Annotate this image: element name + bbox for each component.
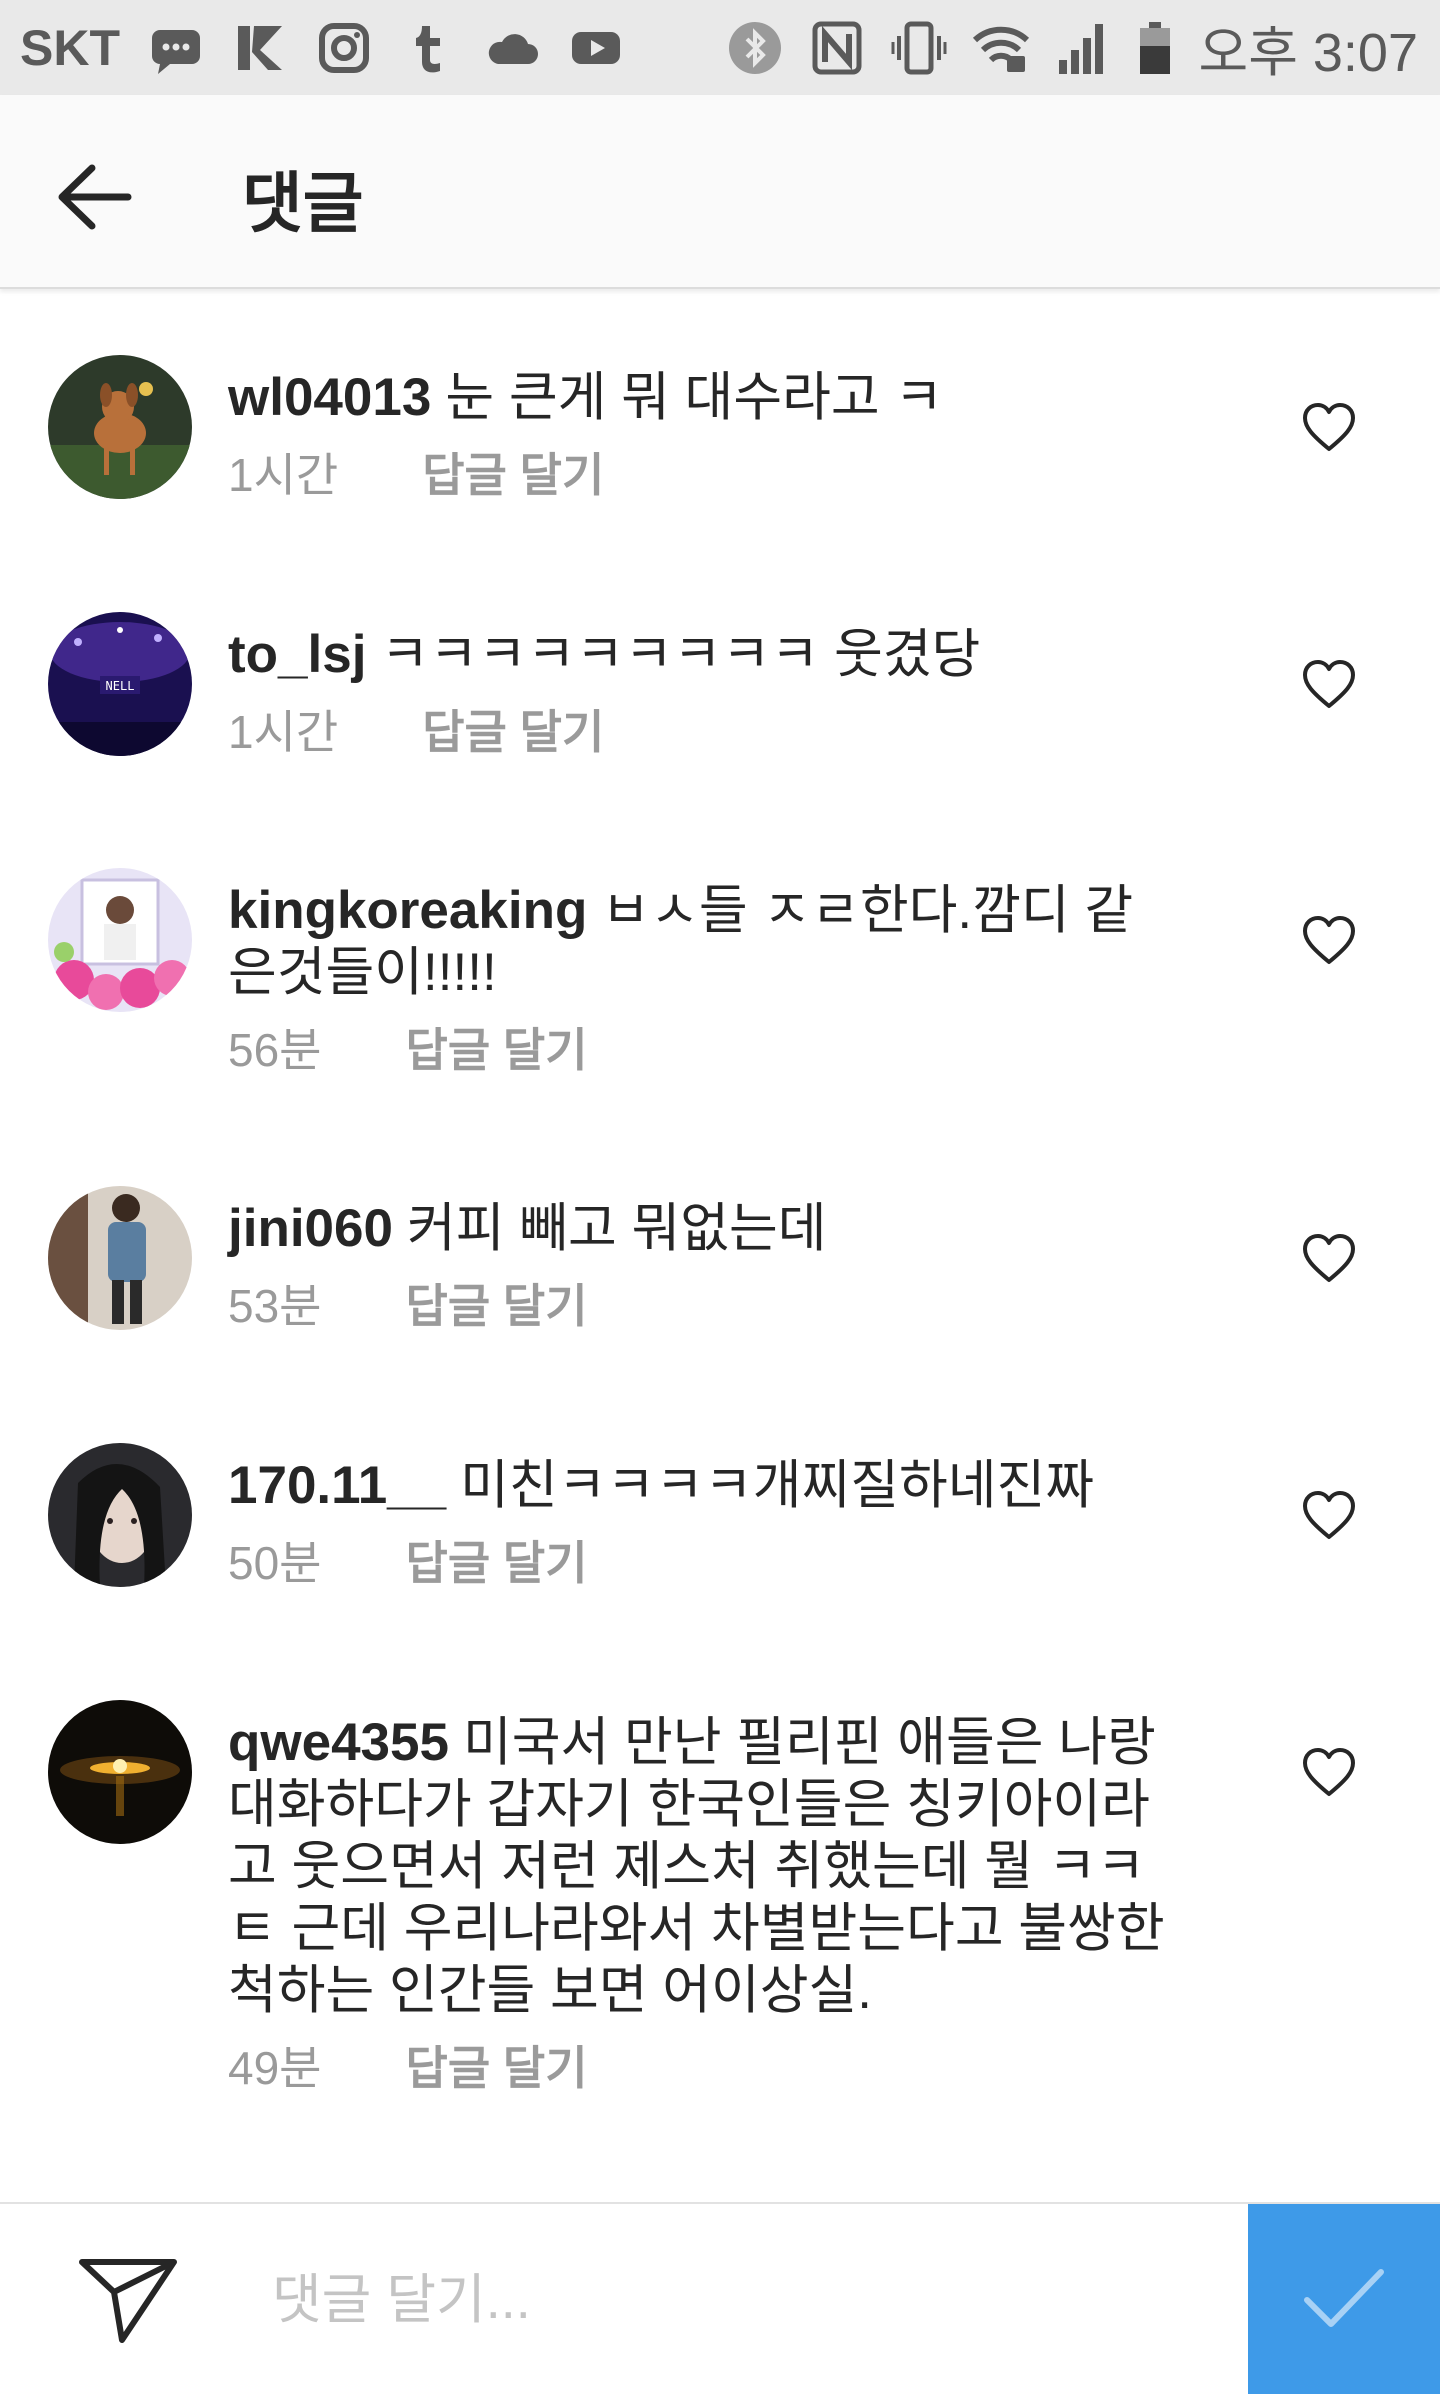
- comment-time: 49분: [228, 2042, 322, 2094]
- comment-text: 커피 빼고 뭐없는데: [406, 1199, 827, 1258]
- nfc-icon: [809, 20, 865, 76]
- comment-input-bar: [0, 2202, 1440, 2394]
- app-header: 댓글: [0, 95, 1440, 289]
- heart-icon[interactable]: [1300, 1230, 1358, 1288]
- reply-button[interactable]: 답글 달기: [406, 1270, 588, 1336]
- reply-button[interactable]: 답글 달기: [406, 1014, 588, 1080]
- kakao-icon: [232, 20, 288, 76]
- back-button[interactable]: [44, 147, 144, 247]
- instagram-icon: [316, 20, 372, 76]
- reply-button[interactable]: 답글 달기: [406, 2032, 588, 2098]
- status-bar: SKT 오후 3:07: [0, 0, 1440, 95]
- svg-text:NELL: NELL: [106, 679, 135, 693]
- carrier-label: SKT: [20, 19, 120, 76]
- comment-time: 50분: [228, 1537, 322, 1589]
- heart-icon[interactable]: [1300, 399, 1358, 457]
- youtube-icon: [568, 20, 624, 76]
- checkmark-icon: [1304, 2269, 1384, 2327]
- comment-username[interactable]: wl04013: [228, 368, 431, 427]
- message-icon: [148, 20, 204, 76]
- cloud-icon: [484, 20, 540, 76]
- wifi-icon: [972, 20, 1029, 76]
- comment-input[interactable]: [270, 2254, 1214, 2346]
- avatar[interactable]: NELL: [48, 612, 192, 756]
- avatar[interactable]: [48, 1443, 192, 1587]
- comment-username[interactable]: to_lsj: [228, 625, 366, 684]
- reply-button[interactable]: 답글 달기: [406, 1527, 588, 1593]
- reply-button[interactable]: 답글 달기: [422, 439, 604, 505]
- comment-username[interactable]: jini060: [228, 1199, 393, 1258]
- tumblr-icon: [400, 20, 456, 76]
- heart-icon[interactable]: [1300, 912, 1358, 970]
- page-title: 댓글: [242, 166, 364, 240]
- comment-text: ㅋㅋㅋㅋㅋㅋㅋㅋㅋ 웃겼당: [380, 625, 981, 684]
- post-comment-button[interactable]: [1248, 2204, 1440, 2394]
- send-direct-button[interactable]: [74, 2252, 184, 2352]
- heart-icon[interactable]: [1300, 1487, 1358, 1545]
- arrow-left-icon: [58, 164, 132, 230]
- avatar[interactable]: [48, 1700, 192, 1844]
- comment-username[interactable]: 170.11__: [228, 1456, 446, 1515]
- comment-username[interactable]: kingkoreaking: [228, 881, 587, 940]
- avatar[interactable]: [48, 868, 192, 1012]
- heart-icon[interactable]: [1300, 656, 1358, 714]
- comment-text: 미친ㅋㅋㅋㅋ개찌질하네진짜: [460, 1456, 1095, 1515]
- comment-time: 1시간: [228, 706, 339, 758]
- avatar[interactable]: [48, 355, 192, 499]
- comment-text: 눈 큰게 뭐 대수라고 ㅋ: [445, 368, 944, 427]
- avatar[interactable]: [48, 1186, 192, 1330]
- comment-username[interactable]: qwe4355: [228, 1713, 449, 1772]
- paper-plane-icon: [79, 2259, 177, 2343]
- signal-icon: [1055, 20, 1111, 76]
- bluetooth-icon: [727, 20, 783, 76]
- heart-icon[interactable]: [1300, 1744, 1358, 1802]
- comment-time: 56분: [228, 1024, 322, 1076]
- comment-time: 1시간: [228, 449, 339, 501]
- reply-button[interactable]: 답글 달기: [422, 696, 604, 762]
- vibrate-icon: [891, 20, 947, 76]
- clock: 오후 3:07: [1198, 23, 1418, 83]
- battery-icon: [1137, 20, 1173, 76]
- comment-time: 53분: [228, 1280, 322, 1332]
